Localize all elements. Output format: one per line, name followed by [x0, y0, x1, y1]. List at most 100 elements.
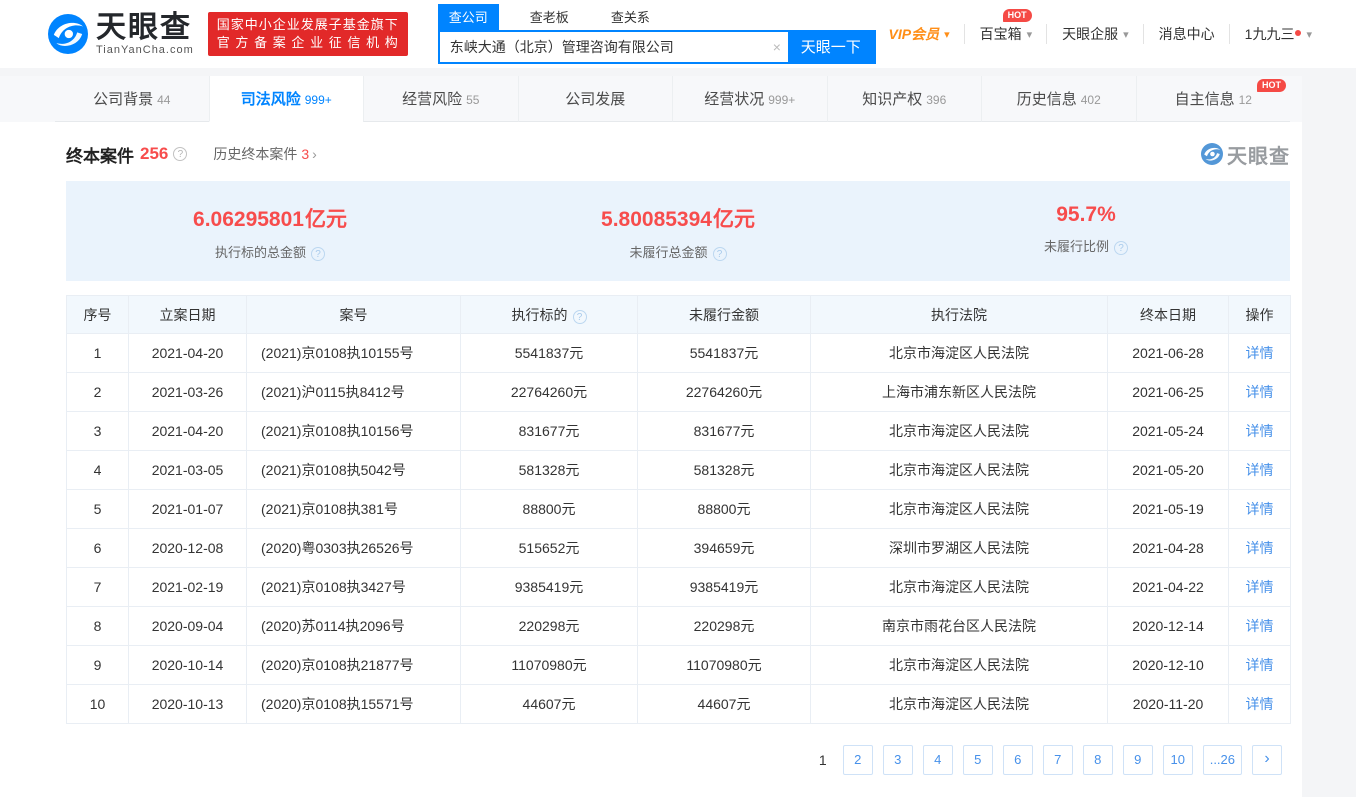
col-action: 详情: [1229, 412, 1291, 451]
notification-dot-icon: [1295, 30, 1301, 36]
col-filing-date: 2020-10-13: [129, 685, 247, 724]
col-header-3: 执行标的?: [461, 296, 638, 334]
search-tab-boss[interactable]: 查老板: [519, 4, 580, 30]
col-final-date: 2021-06-25: [1108, 373, 1229, 412]
help-icon[interactable]: ?: [1114, 241, 1128, 255]
col-filing-date: 2020-09-04: [129, 607, 247, 646]
detail-link[interactable]: 详情: [1246, 384, 1274, 400]
col-index: 3: [67, 412, 129, 451]
brand-certification-badge: 国家中小企业发展子基金旗下 官方备案企业征信机构: [208, 12, 408, 56]
history-cases-link[interactable]: 历史终本案件 3 ›: [213, 144, 316, 164]
cases-table: 序号立案日期案号执行标的?未履行金额执行法院终本日期操作 12021-04-20…: [66, 295, 1291, 724]
col-case-number: (2020)京0108执15571号: [247, 685, 461, 724]
table-row: 92020-10-14(2020)京0108执21877号11070980元11…: [67, 646, 1291, 685]
col-unfulfilled-amount: 11070980元: [638, 646, 811, 685]
col-court: 南京市雨花台区人民法院: [811, 607, 1108, 646]
table-row: 32021-04-20(2021)京0108执10156号831677元8316…: [67, 412, 1291, 451]
page-6[interactable]: 6: [1003, 745, 1033, 775]
topnav-user-account[interactable]: 1九九三▾: [1229, 24, 1312, 44]
col-action: 详情: [1229, 646, 1291, 685]
col-case-number: (2020)京0108执21877号: [247, 646, 461, 685]
page-3[interactable]: 3: [883, 745, 913, 775]
company-section-tabs: 公司背景44司法风险999+经营风险55公司发展经营状况999+知识产权396历…: [0, 76, 1302, 122]
clear-search-icon[interactable]: ×: [766, 32, 788, 62]
table-row: 42021-03-05(2021)京0108执5042号581328元58132…: [67, 451, 1291, 490]
detail-link[interactable]: 详情: [1246, 579, 1274, 595]
tab-operation-status[interactable]: 经营状况999+: [672, 76, 827, 122]
detail-link[interactable]: 详情: [1246, 618, 1274, 634]
col-unfulfilled-amount: 9385419元: [638, 568, 811, 607]
page-26[interactable]: ...26: [1203, 745, 1242, 775]
top-nav: VIP会员▾ 百宝箱HOT▾ 天眼企服▾ 消息中心 1九九三▾: [889, 24, 1313, 44]
page-10[interactable]: 10: [1163, 745, 1193, 775]
col-action: 详情: [1229, 607, 1291, 646]
tab-history-info-count: 402: [1081, 93, 1101, 107]
col-header-6: 终本日期: [1108, 296, 1229, 334]
tab-operation-risk[interactable]: 经营风险55: [363, 76, 518, 122]
tab-self-published[interactable]: 自主信息12HOT: [1136, 76, 1291, 122]
summary-stats: 6.06295801亿元执行标的总金额?5.80085394亿元未履行总金额?9…: [66, 181, 1290, 281]
col-court: 北京市海淀区人民法院: [811, 490, 1108, 529]
tab-company-development[interactable]: 公司发展: [518, 76, 673, 122]
col-case-number: (2020)粤0303执26526号: [247, 529, 461, 568]
detail-link[interactable]: 详情: [1246, 657, 1274, 673]
col-unfulfilled-amount: 88800元: [638, 490, 811, 529]
topnav-vip-member[interactable]: VIP会员▾: [889, 24, 950, 44]
detail-link[interactable]: 详情: [1246, 345, 1274, 361]
page-9[interactable]: 9: [1123, 745, 1153, 775]
next-page-button[interactable]: ›: [1252, 745, 1282, 775]
topnav-enterprise-service[interactable]: 天眼企服▾: [1046, 24, 1129, 44]
help-icon[interactable]: ?: [713, 247, 727, 261]
col-header-0: 序号: [67, 296, 129, 334]
col-unfulfilled-amount: 220298元: [638, 607, 811, 646]
col-index: 4: [67, 451, 129, 490]
help-icon[interactable]: ?: [573, 310, 587, 324]
col-index: 1: [67, 334, 129, 373]
search-bar: × 天眼一下: [438, 30, 876, 64]
col-execution-target: 515652元: [461, 529, 638, 568]
chevron-right-icon: ›: [312, 146, 317, 162]
tab-operation-risk-count: 55: [466, 93, 479, 107]
tab-intellectual-property[interactable]: 知识产权396: [827, 76, 982, 122]
col-court: 北京市海淀区人民法院: [811, 451, 1108, 490]
detail-link[interactable]: 详情: [1246, 462, 1274, 478]
col-filing-date: 2020-12-08: [129, 529, 247, 568]
logo-title: 天眼查: [96, 13, 194, 43]
section-count: 256: [140, 144, 168, 164]
section-title: 终本案件: [66, 142, 134, 167]
page-2[interactable]: 2: [843, 745, 873, 775]
logo[interactable]: 天眼查 TianYanCha.com: [48, 13, 194, 56]
topnav-message-center[interactable]: 消息中心: [1143, 24, 1215, 44]
detail-link[interactable]: 详情: [1246, 423, 1274, 439]
topnav-treasure-box[interactable]: 百宝箱HOT▾: [964, 24, 1033, 44]
search-tab-relation[interactable]: 查关系: [600, 4, 661, 30]
col-court: 北京市海淀区人民法院: [811, 646, 1108, 685]
tab-self-published-label: 自主信息: [1175, 88, 1235, 109]
detail-link[interactable]: 详情: [1246, 540, 1274, 556]
col-index: 2: [67, 373, 129, 412]
col-unfulfilled-amount: 831677元: [638, 412, 811, 451]
tab-history-info[interactable]: 历史信息402: [981, 76, 1136, 122]
detail-link[interactable]: 详情: [1246, 501, 1274, 517]
enterprise-service-label: 天眼企服: [1062, 24, 1118, 44]
col-final-date: 2021-05-19: [1108, 490, 1229, 529]
tab-company-background[interactable]: 公司背景44: [55, 76, 209, 122]
page-7[interactable]: 7: [1043, 745, 1073, 775]
tab-judicial-risk[interactable]: 司法风险999+: [209, 76, 364, 122]
col-header-7: 操作: [1229, 296, 1291, 334]
search-input[interactable]: [440, 32, 766, 62]
vip-member-label: VIP会员: [889, 24, 940, 44]
help-icon[interactable]: ?: [311, 247, 325, 261]
page-4[interactable]: 4: [923, 745, 953, 775]
search-tab-company[interactable]: 查公司: [438, 4, 499, 30]
table-header-row: 序号立案日期案号执行标的?未履行金额执行法院终本日期操作: [67, 296, 1291, 334]
hot-badge: HOT: [1003, 9, 1032, 22]
col-action: 详情: [1229, 529, 1291, 568]
page-8[interactable]: 8: [1083, 745, 1113, 775]
col-final-date: 2021-04-22: [1108, 568, 1229, 607]
page-5[interactable]: 5: [963, 745, 993, 775]
search-button[interactable]: 天眼一下: [788, 32, 874, 62]
section-header: 终本案件 256 ? 历史终本案件 3 › 天眼查: [66, 140, 1290, 168]
detail-link[interactable]: 详情: [1246, 696, 1274, 712]
help-icon[interactable]: ?: [173, 147, 187, 161]
